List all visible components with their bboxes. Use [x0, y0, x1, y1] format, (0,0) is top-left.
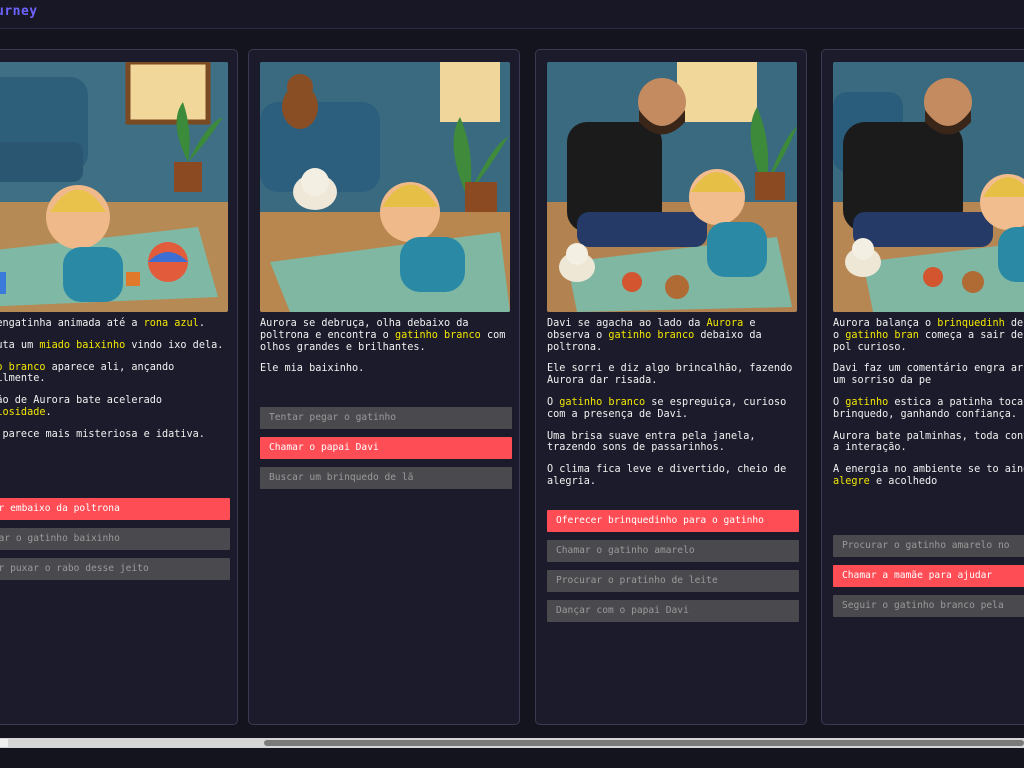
- footer-area: [0, 748, 1024, 768]
- text-segment: vindo ixo dela.: [125, 339, 224, 351]
- choice-button[interactable]: tar puxar o rabo desse jeito: [0, 558, 230, 580]
- highlighted-word: gatinho bran: [845, 329, 919, 341]
- story-card: Aurora balança o brinquedinh delicadeza …: [821, 49, 1024, 725]
- story-card: Davi se agacha ao lado da Aurora e obser…: [535, 49, 807, 725]
- choice-button[interactable]: amar o gatinho baixinho: [0, 528, 230, 550]
- text-segment: Aurora bate palminhas, toda contente com…: [833, 430, 1024, 454]
- choice-button[interactable]: Seguir o gatinho branco pela: [833, 595, 1024, 617]
- story-card: ra engatinha animada até a rona azul. esc…: [0, 49, 238, 725]
- choice-button-primary[interactable]: Chamar o papai Davi: [260, 437, 512, 459]
- story-paragraph: A energia no ambiente se to ainda mais a…: [833, 464, 1024, 488]
- scrollbar-thumb[interactable]: [264, 740, 1024, 746]
- text-segment: Ele mia baixinho.: [260, 363, 365, 375]
- choice-list: har embaixo da poltrona amar o gatinho ba…: [0, 498, 230, 588]
- story-board[interactable]: ra engatinha animada até a rona azul. esc…: [0, 29, 1024, 738]
- text-segment: O clima fica leve e divertido, cheio de …: [547, 464, 787, 487]
- text-segment: .: [45, 406, 52, 418]
- choice-list: Tentar pegar o gatinho Chamar o papai Dav…: [260, 407, 512, 497]
- choice-button[interactable]: Buscar um brinquedo de lã: [260, 467, 512, 489]
- text-segment: A energia no ambiente se to ainda mais: [833, 464, 1024, 476]
- text-segment: .: [198, 318, 205, 329]
- highlighted-word: gatinho: [845, 396, 889, 408]
- choice-list: Procurar o gatinho amarelo no Chamar a ma…: [833, 535, 1024, 625]
- choice-button-primary[interactable]: Chamar a mamãe para ajudar: [833, 565, 1024, 587]
- story-text: Aurora se debruça, olha debaixo da poltr…: [260, 318, 512, 385]
- choice-button[interactable]: Chamar o gatinho amarelo: [547, 540, 799, 562]
- story-paragraph: Davi faz um comentário engra arrancando …: [833, 363, 1024, 387]
- scroll-left-arrow[interactable]: [0, 739, 8, 747]
- choice-list: Oferecer brinquedinho para o gatinho Cham…: [547, 510, 799, 630]
- story-paragraph: Aurora bate palminhas, toda contente com…: [833, 431, 1024, 455]
- horizontal-scrollbar[interactable]: [0, 738, 1024, 748]
- app-title: urney: [0, 4, 38, 19]
- text-segment: Ele sorri e diz algo brincalhão, fazendo…: [547, 363, 793, 387]
- highlighted-word: gatinho branco: [608, 329, 695, 341]
- text-segment: Davi se agacha ao lado da: [547, 318, 707, 329]
- choice-button-primary[interactable]: Oferecer brinquedinho para o gatinho: [547, 510, 799, 532]
- story-text: ra engatinha animada até a rona azul. esc…: [0, 318, 230, 451]
- story-paragraph: ala parece mais misteriosa e idativa.: [0, 429, 230, 441]
- story-illustration: [547, 62, 797, 312]
- story-paragraph: Ele mia baixinho.: [260, 363, 512, 375]
- story-card: Aurora se debruça, olha debaixo da poltr…: [248, 49, 520, 725]
- text-segment: ra engatinha animada até a: [0, 318, 138, 329]
- story-paragraph: Uma brisa suave entra pela janela, traze…: [547, 431, 799, 455]
- story-paragraph: Davi se agacha ao lado da Aurora e obser…: [547, 318, 799, 353]
- story-paragraph: ração de Aurora bate acelerado curiosida…: [0, 395, 230, 419]
- choice-button[interactable]: Dançar com o papai Davi: [547, 600, 799, 622]
- story-text: Davi se agacha ao lado da Aurora e obser…: [547, 318, 799, 498]
- text-segment: escuta um: [0, 339, 34, 351]
- story-paragraph: O clima fica leve e divertido, cheio de …: [547, 464, 799, 488]
- text-segment: O: [833, 396, 846, 408]
- choice-button[interactable]: Procurar o gatinho amarelo no: [833, 535, 1024, 557]
- text-segment: ala parece mais misteriosa e idativa.: [0, 428, 205, 440]
- highlighted-word: rona azul: [143, 318, 199, 329]
- app-header: urney: [0, 0, 1024, 29]
- story-paragraph: Aurora balança o brinquedinh delicadeza …: [833, 318, 1024, 353]
- choice-button[interactable]: Tentar pegar o gatinho: [260, 407, 512, 429]
- story-paragraph: Ele sorri e diz algo brincalhão, fazendo…: [547, 363, 799, 387]
- choice-button-primary[interactable]: har embaixo da poltrona: [0, 498, 230, 520]
- story-illustration: [260, 62, 510, 312]
- highlighted-word: brinquedinh: [937, 318, 1005, 329]
- highlighted-word: miado baixinho: [39, 339, 126, 351]
- story-paragraph: ra engatinha animada até a rona azul.: [0, 318, 230, 330]
- story-paragraph: O gatinho branco se espreguiça, curioso …: [547, 397, 799, 421]
- story-paragraph: rabo branco aparece ali, ançando sutilme…: [0, 362, 230, 386]
- text-segment: O: [547, 396, 560, 408]
- text-segment: e acolhedo: [869, 475, 938, 487]
- text-segment: Aurora balança o: [833, 318, 938, 329]
- story-paragraph: O gatinho estica a patinha tocar no brin…: [833, 397, 1024, 421]
- highlighted-word: gatinho branco: [559, 396, 646, 408]
- highlighted-word: gatinho branco: [394, 329, 481, 341]
- highlighted-word: rabo branco: [0, 361, 46, 373]
- story-text: Aurora balança o brinquedinh delicadeza …: [833, 318, 1024, 498]
- story-illustration: [833, 62, 1024, 312]
- text-segment: Davi faz um comentário engra arrancando …: [833, 363, 1024, 387]
- highlighted-word: curiosidade: [0, 406, 46, 418]
- story-paragraph: escuta um miado baixinho vindo ixo dela.: [0, 340, 230, 352]
- story-illustration: [0, 62, 228, 312]
- highlighted-word: alegre: [833, 475, 870, 487]
- text-segment: ração de Aurora bate acelerado: [0, 395, 163, 407]
- story-paragraph: Aurora se debruça, olha debaixo da poltr…: [260, 318, 512, 353]
- highlighted-word: Aurora: [706, 318, 744, 329]
- choice-button[interactable]: Procurar o pratinho de leite: [547, 570, 799, 592]
- text-segment: Uma brisa suave entra pela janela, traze…: [547, 430, 756, 454]
